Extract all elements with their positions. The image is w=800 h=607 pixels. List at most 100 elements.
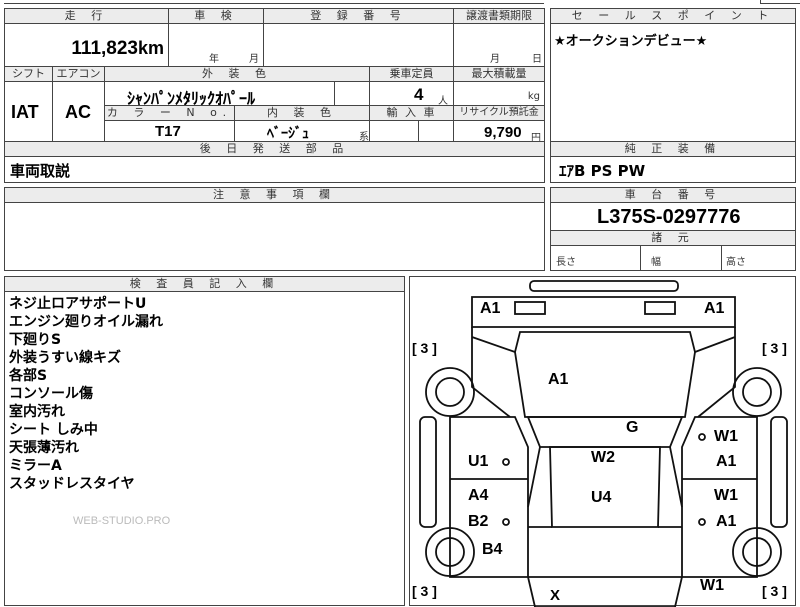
mark-roof: W2	[591, 449, 615, 466]
inspector-header: 検 査 員 記 入 欄	[5, 277, 404, 292]
tire-fl-shape	[425, 367, 475, 417]
handle-rf	[698, 433, 706, 441]
inspection-header: 車 検	[168, 8, 264, 24]
import-cell-b	[418, 120, 454, 142]
mileage-cell: 111,823 km	[4, 23, 169, 67]
exterior-color-cell: ｼｬﾝﾊﾟﾝﾒﾀﾘｯｸｵﾊﾟｰﾙ	[104, 81, 335, 108]
top-edge-strip	[4, 0, 544, 4]
mark-left-front-door: U1	[468, 453, 489, 470]
mileage-unit: km	[137, 38, 164, 58]
top-edge-strip-right	[760, 0, 800, 4]
transfer-deadline-cell: 月 日	[453, 23, 545, 67]
dimensions-header: 諸 元	[551, 230, 795, 246]
mileage-value: 111,823	[71, 38, 138, 59]
car-diagram	[419, 280, 788, 607]
inspector-note: 室内汚れ	[9, 404, 65, 420]
rear-parts-box: 後 日 発 送 部 品 車両取説	[4, 141, 545, 183]
inspector-note: 下廻りS	[9, 332, 62, 348]
aircon-header: エアコン	[52, 66, 105, 82]
inspector-note: シート しみ中	[9, 422, 98, 438]
mileage-header: 走 行	[4, 8, 169, 24]
transfer-day-label: 日	[532, 54, 542, 65]
chassis-header: 車 台 番 号	[551, 188, 795, 203]
dim-length-cell: 長さ	[551, 245, 641, 270]
transfer-deadline-header: 譲渡書類期限	[453, 8, 545, 24]
dim-height-cell: 高さ	[722, 245, 795, 270]
inspector-note: エンジン廻りオイル漏れ	[9, 314, 163, 330]
max-load-unit: kg	[527, 91, 540, 102]
capacity-header: 乗車定員	[369, 66, 454, 82]
rear-parts-value: 車両取説	[10, 162, 71, 180]
chassis-number-value: L375S-0297776	[597, 206, 741, 228]
side-skirt-right	[770, 416, 788, 528]
hood-outline	[514, 331, 696, 418]
sales-point-header: セ ー ル ス ポ イ ン ト	[551, 9, 795, 24]
mark-front-right: A1	[704, 300, 725, 317]
import-cell-a	[369, 120, 419, 142]
mark-front-left: A1	[480, 300, 501, 317]
inspector-note: 各部S	[9, 368, 48, 384]
inspector-note: ミラーA	[9, 458, 62, 474]
capacity-cell: 4 人	[369, 81, 454, 107]
notes-box: 注 意 事 項 欄	[4, 187, 545, 271]
rear-parts-header: 後 日 発 送 部 品	[5, 142, 544, 157]
recycle-header: リサイクル預託金	[453, 105, 545, 121]
fender-right-outline	[694, 327, 736, 418]
genuine-equipment-header: 純 正 装 備	[551, 142, 795, 157]
color-no-value: T17	[155, 123, 181, 140]
dim-width-cell: 幅	[641, 245, 722, 270]
mark-left-rear-door-top: A4	[468, 487, 489, 504]
interior-color-value: ﾍﾞｰｼﾞｭ	[267, 126, 309, 142]
max-load-header: 最大積載量	[453, 66, 545, 82]
genuine-equipment-box: 純 正 装 備 ｴｱB PS PW	[550, 141, 796, 183]
tire-fr-inner	[742, 377, 772, 407]
transfer-month-label: 月	[490, 54, 500, 65]
front-body-outline	[471, 296, 736, 328]
dim-height-label: 高さ	[726, 257, 746, 268]
sales-point-text: ★オークションデビュー★	[554, 34, 708, 49]
fender-left-outline	[471, 327, 516, 418]
inspector-notes-list: ネジ止ロアサポートU エンジン廻りオイル漏れ 下廻りS 外装うすい線キズ 各部S…	[9, 295, 163, 493]
mark-right-front-door-bottom: A1	[716, 453, 737, 470]
vehicle-info-grid: 走 行 車 検 登 録 番 号 譲渡書類期限 111,823 km 年 月 月 …	[4, 8, 545, 144]
inspection-year-label: 年	[209, 54, 219, 65]
inspector-note: ネジ止ロアサポートU	[9, 296, 147, 312]
inspector-box: 検 査 員 記 入 欄 ネジ止ロアサポートU エンジン廻りオイル漏れ 下廻りS …	[4, 276, 405, 606]
handle-lf	[502, 458, 510, 466]
handle-rr	[698, 518, 706, 526]
shift-cell: IAT	[4, 81, 53, 142]
color-no-header: カ ラ ー N o.	[104, 105, 235, 121]
front-bumper-shape	[529, 280, 679, 292]
mark-right-rear-fender: W1	[700, 577, 724, 594]
handle-lr	[502, 518, 510, 526]
interior-color-header: 内 装 色	[234, 105, 370, 121]
mark-tire-fr: [ 3 ]	[762, 340, 787, 356]
mark-right-rear-door-bottom: A1	[716, 513, 737, 530]
shift-value: IAT	[11, 102, 39, 122]
max-load-cell: kg	[453, 81, 545, 106]
inspection-month-label: 月	[249, 54, 259, 65]
dim-width-label: 幅	[651, 257, 661, 268]
exterior-color-header: 外 装 色	[104, 66, 370, 82]
sales-point-box: セ ー ル ス ポ イ ン ト ★オークションデビュー★	[550, 8, 796, 142]
import-header: 輸 入 車	[369, 105, 454, 121]
aircon-value: AC	[65, 102, 91, 122]
tire-fr-shape	[732, 367, 782, 417]
tire-fl-inner	[435, 377, 465, 407]
mark-roof-rear: U4	[591, 489, 612, 506]
registration-cell	[263, 23, 454, 67]
inspector-note: コンソール傷	[9, 386, 93, 402]
capacity-value: 4	[414, 85, 424, 104]
notes-header: 注 意 事 項 欄	[5, 188, 544, 203]
color-no-cell: T17	[104, 120, 235, 142]
chassis-box: 車 台 番 号 L375S-0297776 諸 元 長さ 幅 高さ	[550, 187, 796, 271]
registration-header: 登 録 番 号	[263, 8, 454, 24]
shift-header: シフト	[4, 66, 53, 82]
mark-rear: X	[550, 587, 561, 604]
mark-right-rear-door-top: W1	[714, 487, 738, 504]
interior-color-cell: ﾍﾞｰｼﾞｭ 系	[234, 120, 370, 143]
recycle-value: 9,790	[484, 124, 522, 141]
inspection-cell: 年 月	[168, 23, 264, 67]
mark-right-front-door-top: W1	[714, 428, 738, 445]
side-skirt-left	[419, 416, 437, 528]
